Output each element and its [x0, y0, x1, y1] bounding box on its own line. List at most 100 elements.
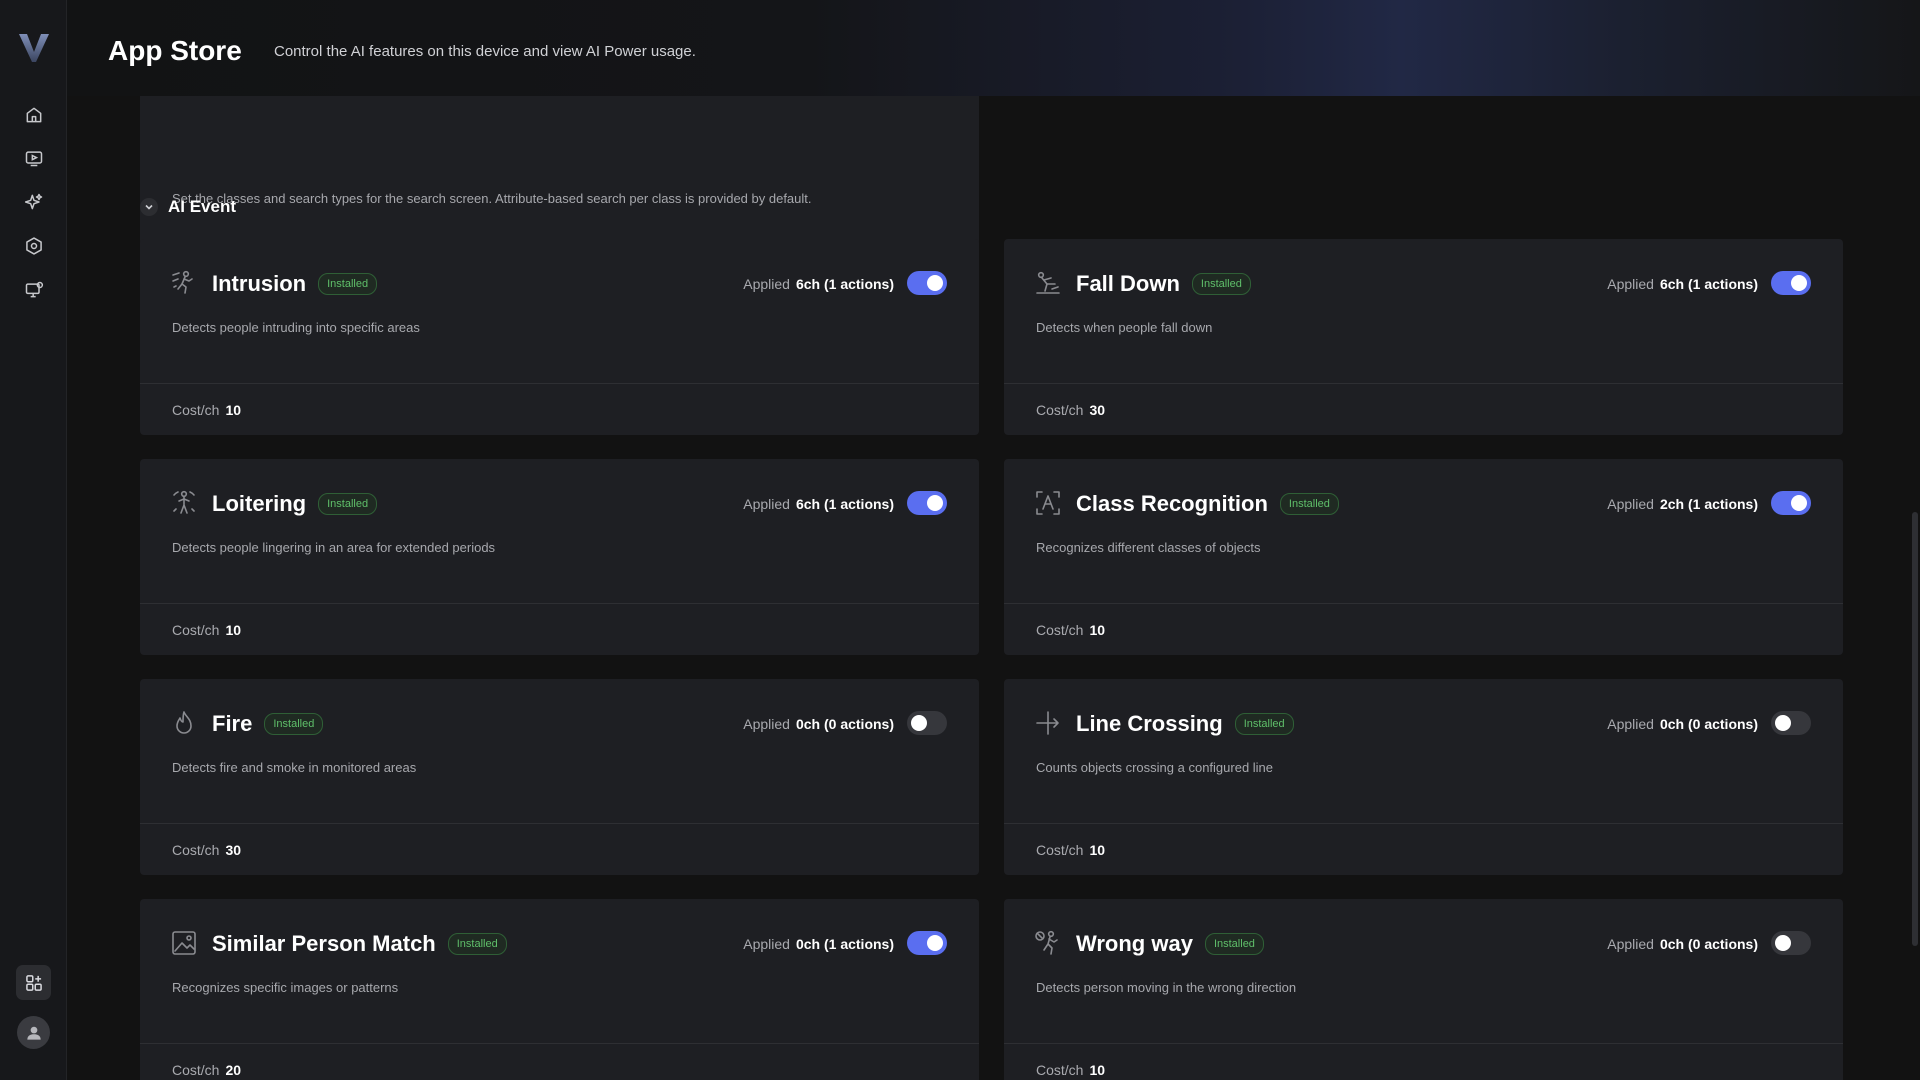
cost-value: 10: [1089, 622, 1106, 638]
chevron-down-icon[interactable]: [140, 198, 158, 216]
cost-per-channel: Cost/ch 10: [172, 402, 241, 418]
cost-label: Cost/ch: [1036, 1062, 1084, 1078]
cost-label: Cost/ch: [1036, 842, 1084, 858]
cost-value: 30: [1089, 402, 1106, 418]
class-recognition-icon: [1034, 489, 1062, 517]
applied-value: 6ch (1 actions): [795, 276, 894, 292]
app-card-fire: Fire Installed Applied 0ch (0 actions) De…: [140, 679, 979, 875]
search-settings-card[interactable]: Set the classes and search types for the…: [140, 96, 979, 261]
search-settings-description: Set the classes and search types for the…: [172, 191, 812, 206]
app-description: Detects fire and smoke in monitored area…: [172, 760, 417, 775]
cost-label: Cost/ch: [172, 402, 220, 418]
enable-toggle-fire[interactable]: [907, 711, 947, 735]
installed-badge: Installed: [318, 273, 378, 295]
app-card-wrong-way: Wrong way Installed Applied 0ch (0 action…: [1004, 899, 1843, 1080]
toggle-knob: [1775, 935, 1791, 951]
applied-value: 6ch (1 actions): [795, 496, 894, 512]
fall-down-icon: [1034, 269, 1062, 297]
applied-value: 0ch (0 actions): [1659, 936, 1758, 952]
applied-label: Applied: [1607, 936, 1654, 952]
toggle-knob: [927, 275, 943, 291]
toggle-knob: [911, 715, 927, 731]
applied-status: Applied 2ch (1 actions): [1607, 496, 1758, 512]
card-divider: [1004, 1043, 1843, 1044]
card-divider: [1004, 383, 1843, 384]
installed-badge: Installed: [1279, 493, 1339, 515]
wrong-way-icon: [1034, 929, 1062, 957]
home-icon[interactable]: [20, 101, 47, 128]
video-playback-icon[interactable]: [20, 144, 47, 171]
cost-per-channel: Cost/ch 10: [172, 622, 241, 638]
toggle-knob: [927, 935, 943, 951]
cost-per-channel: Cost/ch 30: [1036, 402, 1105, 418]
user-avatar[interactable]: [17, 1016, 50, 1049]
installed-badge: Installed: [318, 493, 378, 515]
monitor-settings-icon[interactable]: [20, 276, 47, 303]
cost-value: 20: [225, 1062, 242, 1078]
line-crossing-icon: [1034, 709, 1062, 737]
cost-per-channel: Cost/ch 10: [1036, 622, 1105, 638]
section-title: AI Event: [168, 197, 237, 216]
app-store-nav-button[interactable]: [16, 965, 51, 1000]
applied-label: Applied: [743, 936, 790, 952]
app-description: Recognizes different classes of objects: [1036, 540, 1261, 555]
main-content: Set the classes and search types for the…: [67, 96, 1920, 1080]
enable-toggle-fall-down[interactable]: [1771, 271, 1811, 295]
applied-value: 0ch (0 actions): [795, 716, 894, 732]
applied-status: Applied 0ch (1 actions): [743, 936, 894, 952]
card-divider: [140, 603, 979, 604]
app-description: Detects people lingering in an area for …: [172, 540, 496, 555]
cost-value: 10: [1089, 842, 1106, 858]
page-title: App Store: [108, 35, 242, 66]
app-title: Fire: [212, 711, 253, 736]
cost-value: 30: [225, 842, 242, 858]
image-match-icon: [170, 929, 198, 957]
toggle-knob: [1791, 495, 1807, 511]
ai-sparkle-icon[interactable]: [20, 188, 47, 215]
cost-label: Cost/ch: [1036, 622, 1084, 638]
enable-toggle-similar-person-match[interactable]: [907, 931, 947, 955]
loitering-icon: [170, 489, 198, 517]
cost-per-channel: Cost/ch 10: [1036, 842, 1105, 858]
applied-value: 0ch (0 actions): [1659, 716, 1758, 732]
page-subtitle: Control the AI features on this device a…: [274, 43, 696, 60]
toggle-knob: [1775, 715, 1791, 731]
app-title: Loitering: [212, 491, 307, 516]
applied-value: 6ch (1 actions): [1659, 276, 1758, 292]
applied-label: Applied: [1607, 496, 1654, 512]
cost-per-channel: Cost/ch 20: [172, 1062, 241, 1078]
app-card-intrusion: Intrusion Installed Applied 6ch (1 action…: [140, 239, 979, 435]
applied-status: Applied 0ch (0 actions): [1607, 936, 1758, 952]
app-card-fall-down: Fall Down Installed Applied 6ch (1 action…: [1004, 239, 1843, 435]
app-card-line-crossing: Line Crossing Installed Applied 0ch (0 ac…: [1004, 679, 1843, 875]
app-title: Class Recognition: [1076, 491, 1268, 516]
app-title: Similar Person Match: [212, 931, 436, 956]
applied-label: Applied: [743, 276, 790, 292]
applied-value: 0ch (1 actions): [795, 936, 894, 952]
cost-value: 10: [225, 622, 242, 638]
enable-toggle-class-recognition[interactable]: [1771, 491, 1811, 515]
app-title: Intrusion: [212, 271, 307, 296]
installed-badge: Installed: [1234, 713, 1294, 735]
applied-label: Applied: [743, 716, 790, 732]
applied-status: Applied 6ch (1 actions): [743, 276, 894, 292]
installed-badge: Installed: [1191, 273, 1251, 295]
logo-icon[interactable]: [17, 30, 51, 64]
app-description: Recognizes specific images or patterns: [172, 980, 399, 995]
installed-badge: Installed: [264, 713, 324, 735]
ai-event-section-header[interactable]: AI Event: [140, 197, 236, 217]
cost-value: 10: [1089, 1062, 1106, 1078]
applied-status: Applied 0ch (0 actions): [1607, 716, 1758, 732]
applied-label: Applied: [743, 496, 790, 512]
enable-toggle-line-crossing[interactable]: [1771, 711, 1811, 735]
settings-gear-icon[interactable]: [20, 232, 47, 259]
enable-toggle-loitering[interactable]: [907, 491, 947, 515]
cost-label: Cost/ch: [172, 842, 220, 858]
scrollbar[interactable]: [1912, 512, 1918, 946]
card-divider: [140, 1043, 979, 1044]
card-divider: [1004, 823, 1843, 824]
enable-toggle-intrusion[interactable]: [907, 271, 947, 295]
installed-badge: Installed: [447, 933, 507, 955]
enable-toggle-wrong-way[interactable]: [1771, 931, 1811, 955]
app-title: Fall Down: [1076, 271, 1180, 296]
